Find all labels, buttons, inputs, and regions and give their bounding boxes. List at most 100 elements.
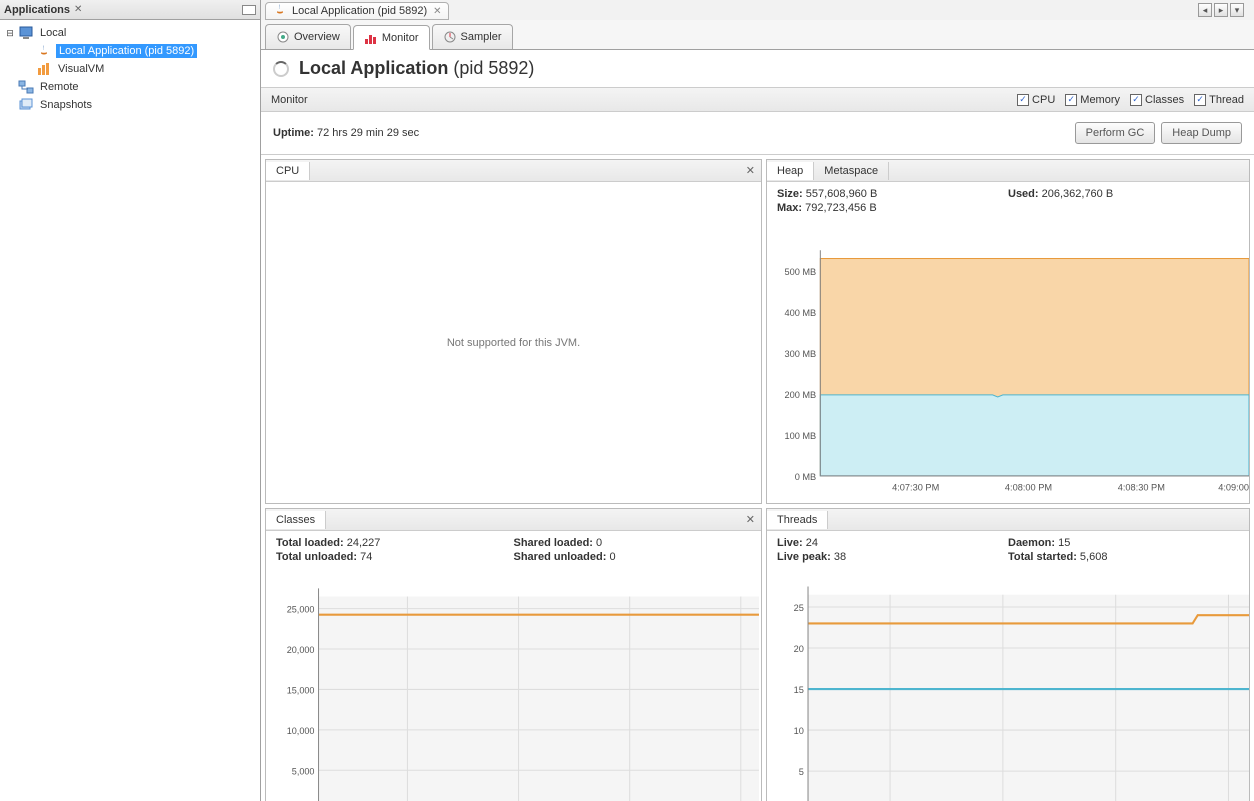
sidebar-close-icon[interactable]: ✕ — [74, 4, 82, 15]
monitor-subtabs: Overview Monitor Sampler — [261, 20, 1254, 50]
checkbox-label: Classes — [1145, 94, 1184, 106]
svg-text:500 MB: 500 MB — [784, 267, 816, 277]
tree-label: Local — [38, 26, 68, 40]
shared-loaded-label: Shared loaded: — [514, 537, 593, 549]
svg-text:200 MB: 200 MB — [784, 390, 816, 400]
minimize-icon[interactable] — [242, 5, 256, 15]
cpu-panel: CPU ✕ Not supported for this JVM. — [265, 159, 762, 504]
tree-label: Local Application (pid 5892) — [56, 44, 197, 58]
heap-size-label: Size: — [777, 188, 803, 200]
svg-text:4:09:00: 4:09:00 — [1218, 482, 1249, 492]
tab-overview[interactable]: Overview — [265, 24, 351, 49]
heap-panel: Heap Metaspace Size: 557,608,960 B Max: … — [766, 159, 1250, 504]
close-icon[interactable]: ✕ — [746, 164, 755, 177]
visualvm-icon — [36, 61, 52, 77]
tab-label: Monitor — [382, 32, 419, 44]
heap-used-value: 206,362,760 B — [1042, 188, 1114, 200]
checkbox-label: Memory — [1080, 94, 1120, 106]
tree-node-local[interactable]: ⊟ Local — [2, 24, 258, 42]
editor-tab-label: Local Application (pid 5892) — [292, 5, 427, 17]
livepeak-value: 38 — [834, 551, 846, 563]
cpu-unsupported-message: Not supported for this JVM. — [447, 337, 580, 349]
threads-panel: Threads Live: 24 Live peak: 38 Daemon: 1… — [766, 508, 1250, 801]
uptime-value: 72 hrs 29 min 29 sec — [317, 127, 419, 139]
svg-text:20: 20 — [794, 644, 804, 654]
checkbox-threads[interactable]: ✓Thread — [1194, 94, 1244, 106]
shared-loaded-value: 0 — [596, 537, 602, 549]
cpu-tab[interactable]: CPU — [266, 162, 310, 180]
heap-dump-button[interactable]: Heap Dump — [1161, 122, 1242, 144]
svg-text:4:08:00 PM: 4:08:00 PM — [1005, 482, 1052, 492]
tree-label: VisualVM — [56, 62, 106, 76]
heap-max-label: Max: — [777, 202, 802, 214]
total-loaded-label: Total loaded: — [276, 537, 344, 549]
total-unloaded-value: 74 — [360, 551, 372, 563]
live-value: 24 — [806, 537, 818, 549]
total-started-value: 5,608 — [1080, 551, 1108, 563]
java-icon — [272, 2, 288, 21]
java-icon — [36, 43, 52, 59]
network-icon — [18, 79, 34, 95]
tree-node-snapshots[interactable]: Snapshots — [2, 96, 258, 114]
livepeak-label: Live peak: — [777, 551, 831, 563]
classes-tab[interactable]: Classes — [266, 511, 326, 529]
checkbox-label: Thread — [1209, 94, 1244, 106]
checkbox-cpu[interactable]: ✓CPU — [1017, 94, 1055, 106]
nav-menu-icon[interactable]: ▾ — [1230, 3, 1244, 17]
sampler-icon — [443, 30, 457, 44]
computer-icon — [18, 25, 34, 41]
editor-tab-bar: Local Application (pid 5892) ✕ ◂ ▸ ▾ — [261, 0, 1254, 20]
nav-next-icon[interactable]: ▸ — [1214, 3, 1228, 17]
tree-node-remote[interactable]: Remote — [2, 78, 258, 96]
live-label: Live: — [777, 537, 803, 549]
uptime-label: Uptime: — [273, 127, 314, 139]
daemon-value: 15 — [1058, 537, 1070, 549]
total-loaded-value: 24,227 — [347, 537, 381, 549]
nav-prev-icon[interactable]: ◂ — [1198, 3, 1212, 17]
monitor-icon — [364, 31, 378, 45]
heap-chart: 0 MB 100 MB 200 MB 300 MB 400 MB 500 MB — [767, 218, 1249, 503]
tab-label: Overview — [294, 31, 340, 43]
collapse-icon[interactable]: ⊟ — [4, 27, 16, 39]
snapshots-icon — [18, 97, 34, 113]
svg-text:5: 5 — [799, 767, 804, 777]
classes-chart: 0 5,000 10,000 15,000 20,000 25,000 — [266, 567, 761, 801]
checkbox-label: CPU — [1032, 94, 1055, 106]
svg-text:4:07:30 PM: 4:07:30 PM — [892, 482, 939, 492]
metaspace-tab[interactable]: Metaspace — [814, 162, 889, 180]
uptime-row: Uptime: 72 hrs 29 min 29 sec Perform GC … — [261, 112, 1254, 155]
svg-text:0 MB: 0 MB — [795, 472, 817, 482]
loading-spinner-icon — [273, 61, 289, 77]
svg-text:15,000: 15,000 — [287, 685, 315, 695]
threads-tab[interactable]: Threads — [767, 511, 828, 529]
tab-label: Sampler — [461, 31, 502, 43]
svg-text:20,000: 20,000 — [287, 645, 315, 655]
close-icon[interactable]: ✕ — [433, 6, 441, 17]
heap-size-value: 557,608,960 B — [806, 188, 878, 200]
tree-label: Snapshots — [38, 98, 94, 112]
shared-unloaded-value: 0 — [609, 551, 615, 563]
applications-sidebar: Applications ✕ ⊟ Local Local Application… — [0, 0, 261, 801]
svg-text:100 MB: 100 MB — [784, 431, 816, 441]
tab-sampler[interactable]: Sampler — [432, 24, 513, 49]
total-started-label: Total started: — [1008, 551, 1077, 563]
checkbox-classes[interactable]: ✓Classes — [1130, 94, 1184, 106]
overview-icon — [276, 30, 290, 44]
section-label: Monitor — [271, 94, 308, 106]
checkbox-memory[interactable]: ✓Memory — [1065, 94, 1120, 106]
monitor-subheader: Monitor ✓CPU ✓Memory ✓Classes ✓Thread — [261, 88, 1254, 112]
svg-text:5,000: 5,000 — [292, 766, 315, 776]
close-icon[interactable]: ✕ — [746, 513, 755, 526]
tab-monitor[interactable]: Monitor — [353, 25, 430, 50]
tree-node-visualvm[interactable]: VisualVM — [20, 60, 258, 78]
svg-text:300 MB: 300 MB — [784, 349, 816, 359]
editor-tab[interactable]: Local Application (pid 5892) ✕ — [265, 2, 449, 20]
shared-unloaded-label: Shared unloaded: — [514, 551, 607, 563]
sidebar-title: Applications — [4, 4, 70, 16]
tree-label: Remote — [38, 80, 81, 94]
threads-chart: 0510152025 — [767, 567, 1249, 801]
tree-node-local-app[interactable]: Local Application (pid 5892) — [20, 42, 258, 60]
heap-tab[interactable]: Heap — [767, 162, 814, 180]
total-unloaded-label: Total unloaded: — [276, 551, 357, 563]
perform-gc-button[interactable]: Perform GC — [1075, 122, 1156, 144]
